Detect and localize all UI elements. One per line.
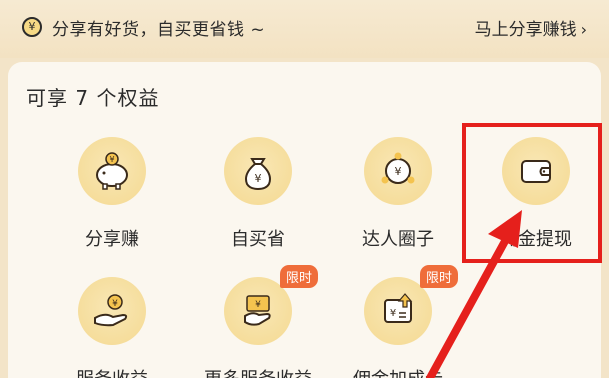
promo-banner[interactable]: ¥ 分享有好货，自买更省钱 ~ 马上分享赚钱 › (0, 0, 609, 58)
limited-time-badge: 限时 (420, 265, 459, 288)
benefits-title: 可享 7 个权益 (26, 86, 160, 110)
benefit-label: 服务收益 (42, 365, 182, 378)
benefit-label: 佣金加成卡 (328, 365, 468, 378)
benefit-label: 达人圈子 (362, 229, 434, 250)
hand-coin-icon: ¥ (78, 277, 146, 345)
limited-time-badge: 限时 (280, 265, 319, 288)
benefit-label: 分享赚 (85, 229, 139, 250)
svg-text:¥: ¥ (255, 172, 262, 185)
highlight-box (462, 123, 602, 263)
svg-text:¥: ¥ (109, 155, 114, 164)
svg-text:¥: ¥ (255, 300, 261, 310)
svg-text:¥: ¥ (390, 308, 396, 319)
promo-text: 分享有好货，自买更省钱 ~ (52, 20, 266, 40)
network-circle-icon: ¥ (364, 137, 432, 205)
share-earn-label: 马上分享赚钱 (474, 20, 577, 40)
coin-icon: ¥ (22, 17, 42, 37)
benefit-label: 自买省 (231, 229, 285, 250)
piggy-bank-icon: ¥ (78, 137, 146, 205)
money-bag-icon: ¥ (224, 137, 292, 205)
chevron-right-icon: › (580, 20, 587, 39)
benefit-label: 更多服务收益 (188, 365, 328, 378)
share-earn-link[interactable]: 马上分享赚钱 › (475, 15, 587, 40)
svg-text:¥: ¥ (112, 299, 118, 309)
svg-text:¥: ¥ (395, 165, 402, 178)
